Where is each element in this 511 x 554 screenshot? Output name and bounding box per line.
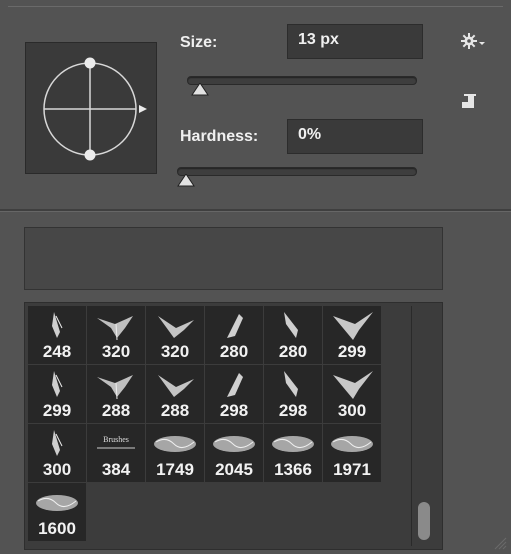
hardness-label: Hardness: (180, 128, 259, 145)
texture-brush-icon (331, 436, 373, 452)
bird-brush-icon (97, 375, 133, 400)
size-slider[interactable] (187, 76, 417, 85)
bird-brush-icon (227, 373, 243, 397)
brush-size-label: 2045 (215, 460, 253, 479)
brush-preset-cell[interactable]: 288 (146, 365, 204, 423)
brush-preset-cell[interactable]: 320 (87, 306, 145, 364)
bird-brush-icon (158, 375, 194, 397)
brush-preset-cell[interactable]: 299 (323, 306, 381, 364)
brush-preset-cell[interactable]: 1971 (323, 424, 381, 482)
brush-preset-cell[interactable]: 2045 (205, 424, 263, 482)
brush-preset-cell[interactable]: 300 (28, 424, 86, 482)
brush-size-label: 300 (337, 401, 367, 420)
brush-preset-cell[interactable]: 298 (205, 365, 263, 423)
bird-brush-icon (52, 312, 63, 338)
brush-preset-cell[interactable]: 1366 (264, 424, 322, 482)
brush-preset-cell[interactable]: 288 (87, 365, 145, 423)
texture-brush-icon (36, 495, 78, 511)
hardness-input[interactable]: 0% (287, 119, 423, 154)
brush-preset-cell[interactable]: 1749 (146, 424, 204, 482)
svg-text:Brushes: Brushes (103, 435, 129, 444)
new-preset-icon[interactable] (461, 93, 477, 109)
brush-size-label: 298 (219, 401, 249, 420)
hardness-slider[interactable] (177, 167, 417, 176)
texture-brush-icon (272, 436, 314, 452)
brush-size-label: 248 (42, 342, 72, 361)
brush-tip-preview[interactable] (25, 42, 157, 174)
brush-size-label: 384 (101, 460, 131, 479)
hardness-slider-thumb[interactable] (177, 174, 195, 188)
texture-brush-icon (154, 436, 196, 452)
bird-brush-icon (52, 430, 63, 456)
brush-angle-crosshair-icon[interactable] (26, 43, 156, 173)
brush-size-label: 288 (101, 401, 131, 420)
brush-name-field[interactable] (24, 227, 443, 290)
brush-size-label: 300 (42, 460, 72, 479)
brush-preset-list[interactable]: 248 320 320 280 280 299 299 288 288 298 298 300 300 B… (24, 302, 443, 550)
brush-size-label: 299 (337, 342, 367, 361)
resize-grip-icon[interactable] (493, 536, 507, 550)
list-scrollbar[interactable] (411, 306, 438, 546)
brush-preset-cell[interactable]: 298 (264, 365, 322, 423)
brush-preset-cell[interactable]: 1600 (28, 483, 86, 541)
brush-preset-cell[interactable]: 299 (28, 365, 86, 423)
brush-size-label: 320 (160, 342, 190, 361)
brush-size-label: 298 (278, 401, 308, 420)
brush-size-label: 299 (42, 401, 72, 420)
texture-brush-icon (213, 436, 255, 452)
bird-brush-icon (284, 312, 298, 338)
bird-brush-icon (333, 312, 373, 340)
size-slider-thumb[interactable] (191, 83, 209, 97)
bird-brush-icon (52, 371, 63, 397)
panel-divider (0, 209, 511, 212)
gear-menu-icon[interactable] (460, 32, 486, 52)
brush-preset-grid: 248 320 320 280 280 299 299 288 288 298 298 300 300 B… (28, 306, 408, 541)
brush-size-label: 280 (278, 342, 308, 361)
brush-preset-cell[interactable]: 300 (323, 365, 381, 423)
brush-preset-cell[interactable]: 280 (205, 306, 263, 364)
bird-brush-icon (158, 316, 194, 338)
brush-preset-cell[interactable]: Brushes 384 (87, 424, 145, 482)
brush-size-label: 1749 (156, 460, 194, 479)
text-brush-icon: Brushes (97, 435, 135, 449)
size-input[interactable]: 13 px (287, 24, 423, 59)
list-scroll-thumb[interactable] (418, 502, 430, 540)
brush-size-label: 280 (219, 342, 249, 361)
brush-size-label: 1600 (38, 519, 76, 538)
bird-brush-icon (97, 316, 133, 341)
brush-preset-cell[interactable]: 248 (28, 306, 86, 364)
brush-preset-cell[interactable]: 320 (146, 306, 204, 364)
brush-size-label: 1971 (333, 460, 371, 479)
bird-brush-icon (284, 371, 298, 397)
brush-preset-cell[interactable]: 280 (264, 306, 322, 364)
brush-preset-picker-panel: Size: 13 px Hardness: 0% 248 320 320 280 280… (0, 0, 511, 554)
brush-size-label: 320 (101, 342, 131, 361)
size-label: Size: (180, 34, 218, 51)
brush-size-label: 1366 (274, 460, 312, 479)
bird-brush-icon (227, 314, 243, 338)
bird-brush-icon (333, 371, 373, 399)
brush-size-label: 288 (160, 401, 190, 420)
